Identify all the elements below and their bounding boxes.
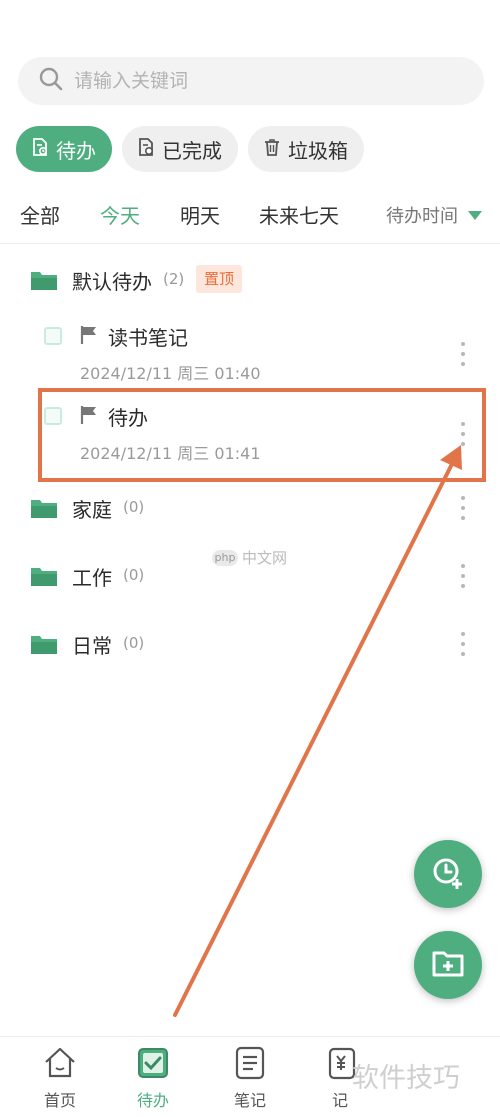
folder-count: (0) — [123, 566, 145, 584]
nav-home-label: 首页 — [43, 1091, 76, 1110]
filter-today[interactable]: 今天 — [100, 200, 140, 229]
filter-next-seven-days[interactable]: 未来七天 — [259, 200, 339, 229]
watermark-badge: php — [212, 549, 238, 566]
tab-done[interactable]: 已完成 — [122, 126, 238, 172]
add-reminder-icon — [428, 852, 468, 896]
nav-todo[interactable]: 待办 — [113, 1045, 193, 1111]
sort-label: 待办时间 — [386, 206, 458, 227]
todo-check-icon — [135, 1045, 171, 1085]
more-options-icon[interactable] — [456, 630, 470, 658]
tab-todo-label: 待办 — [56, 138, 96, 163]
add-reminder-button[interactable] — [414, 840, 482, 908]
done-doc-icon — [136, 137, 162, 162]
search-bar[interactable] — [18, 57, 484, 105]
folder-icon — [30, 496, 58, 520]
sort-dropdown[interactable]: 待办时间 — [386, 202, 482, 228]
task-title: 读书笔记 — [108, 326, 188, 350]
search-input[interactable] — [74, 70, 434, 92]
tab-todo[interactable]: 待办 — [16, 126, 112, 172]
search-icon — [38, 66, 64, 96]
folder-name: 工作 — [72, 566, 112, 590]
folder-icon — [30, 564, 58, 588]
watermark-text: 中文网 — [242, 549, 288, 567]
caret-down-icon — [468, 210, 482, 220]
folder-count: (0) — [123, 634, 145, 652]
filter-all[interactable]: 全部 — [20, 200, 60, 229]
pinned-badge: 置顶 — [196, 265, 243, 293]
date-filter-bar: 全部 今天 明天 未来七天 待办时间 — [0, 200, 500, 230]
tab-trash-label: 垃圾箱 — [288, 138, 348, 163]
more-options-icon[interactable] — [456, 562, 470, 590]
tab-done-label: 已完成 — [162, 138, 222, 163]
folder-name: 默认待办 — [72, 270, 152, 294]
corner-watermark: 软件技巧 — [352, 1063, 460, 1094]
highlight-box — [38, 388, 486, 482]
trash-icon — [262, 137, 288, 162]
folder-count: (0) — [123, 498, 145, 516]
more-options-icon[interactable] — [456, 494, 470, 522]
watermark: php 中文网 — [212, 547, 287, 568]
nav-home[interactable]: 首页 — [20, 1045, 100, 1111]
folder-name: 家庭 — [72, 498, 112, 522]
add-folder-icon — [428, 943, 468, 987]
nav-notes[interactable]: 笔记 — [210, 1045, 290, 1111]
nav-ledger-label: 记 — [331, 1091, 348, 1110]
folder-icon — [30, 268, 58, 292]
folder-count: (2) — [163, 270, 185, 288]
more-options-icon[interactable] — [456, 340, 470, 368]
folder-icon — [30, 632, 58, 656]
filter-tomorrow[interactable]: 明天 — [180, 200, 220, 229]
nav-todo-label: 待办 — [136, 1091, 169, 1110]
note-icon — [232, 1045, 268, 1085]
todo-doc-icon — [30, 137, 56, 162]
task-checkbox[interactable] — [44, 327, 62, 345]
status-tabs: 待办 已完成 垃圾箱 — [16, 126, 364, 172]
add-folder-button[interactable] — [414, 931, 482, 999]
tab-trash[interactable]: 垃圾箱 — [248, 126, 364, 172]
home-icon — [42, 1045, 78, 1085]
folder-name: 日常 — [72, 634, 112, 658]
nav-notes-label: 笔记 — [233, 1091, 266, 1110]
divider — [0, 243, 500, 244]
flag-icon[interactable] — [80, 325, 98, 345]
task-date: 2024/12/11 周三 01:40 — [80, 364, 261, 383]
